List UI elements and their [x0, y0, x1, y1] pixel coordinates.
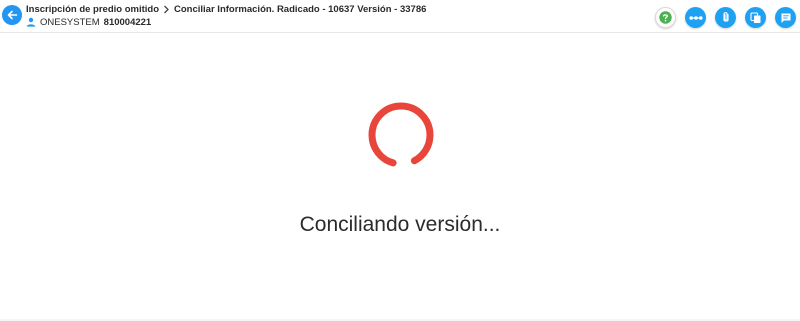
header-actions [655, 7, 796, 28]
top-bar: Inscripción de predio omitido Conciliar … [0, 0, 800, 33]
back-button[interactable] [2, 5, 22, 25]
attachment-icon [722, 12, 729, 22]
breadcrumb-current: Conciliar Información. Radicado - 10637 … [174, 3, 427, 15]
breadcrumb: Inscripción de predio omitido Conciliar … [26, 3, 426, 15]
workflow-button[interactable] [685, 7, 706, 28]
user-name: ONESYSTEM [40, 16, 100, 28]
user-id: 810004221 [103, 16, 152, 28]
attachment-button[interactable] [715, 7, 736, 28]
copy-icon [749, 11, 760, 23]
chevron-right-icon [163, 5, 170, 14]
user-icon [26, 17, 36, 27]
loading-message: Conciliando versión... [299, 213, 501, 236]
loading-spinner [366, 100, 436, 170]
help-button[interactable] [655, 7, 676, 28]
help-icon [659, 11, 672, 24]
breadcrumb-parent[interactable]: Inscripción de predio omitido [26, 4, 159, 15]
copy-button[interactable] [745, 7, 766, 28]
workflow-icon [688, 15, 703, 20]
arrow-left-icon [7, 10, 18, 20]
comment-button[interactable] [775, 7, 796, 28]
user-info: ONESYSTEM 810004221 [26, 16, 151, 28]
comment-icon [781, 13, 790, 23]
